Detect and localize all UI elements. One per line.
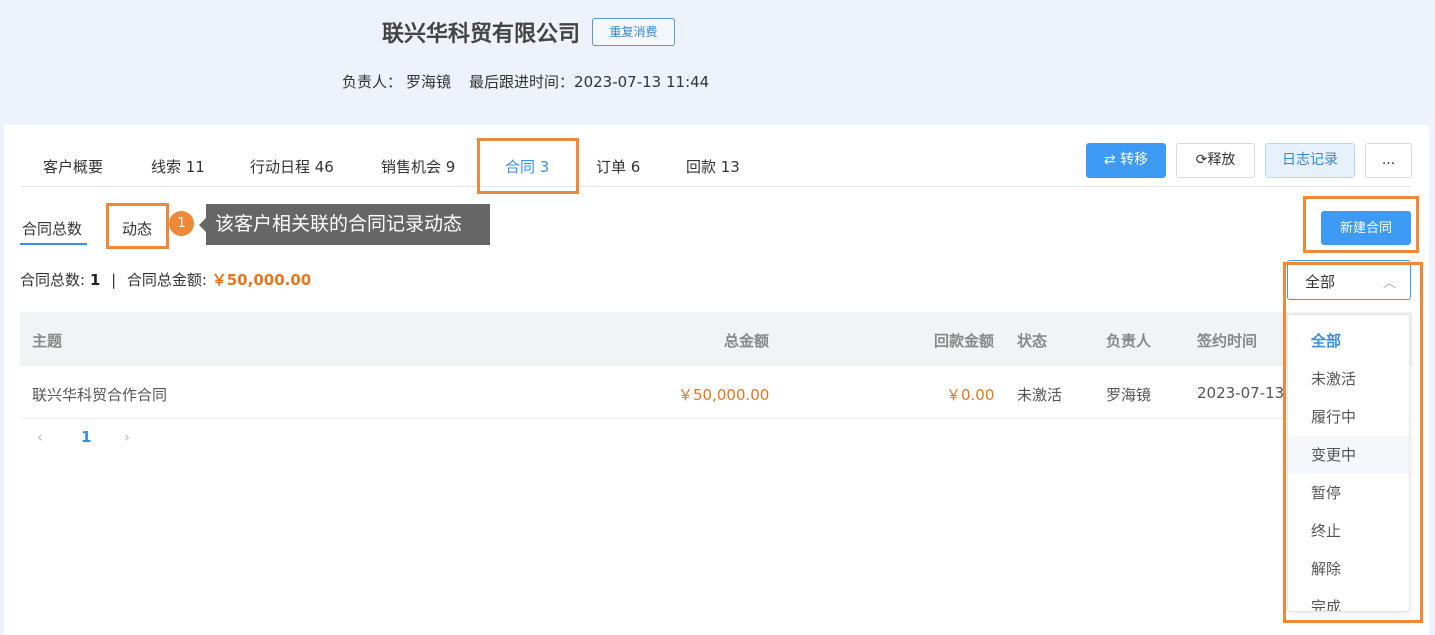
highlight-dynamic-tab: [106, 203, 169, 249]
col-total-amount: 总金额: [724, 332, 770, 350]
cell-owner: 罗海镜: [1106, 386, 1152, 404]
callout-tooltip: 该客户相关联的合同记录动态: [199, 204, 490, 245]
refresh-icon: ⟳: [1195, 152, 1208, 168]
transfer-icon: ⇄: [1103, 152, 1116, 168]
owner-name: 罗海镜: [406, 73, 452, 91]
more-button[interactable]: ...: [1365, 143, 1412, 178]
amount-value: ￥50,000.00: [211, 271, 312, 289]
repeat-purchase-tag: 重复消费: [592, 18, 675, 46]
step-badge: 1: [169, 211, 194, 236]
highlight-contracts-tab: [477, 138, 579, 194]
owner-label: 负责人：: [342, 73, 403, 91]
count-label: 合同总数:: [20, 271, 86, 289]
contract-summary: 合同总数: 1 | 合同总金额: ￥50,000.00: [20, 269, 311, 290]
company-name: 联兴华科贸有限公司: [382, 22, 581, 47]
tab-orders[interactable]: 订单 6: [596, 156, 640, 177]
summary-separator: |: [111, 271, 117, 289]
cell-sign-date: 2023-07-13: [1197, 384, 1285, 402]
release-label: 释放: [1207, 152, 1236, 168]
amount-label: 合同总金额:: [126, 271, 207, 289]
count-value: 1: [89, 271, 101, 289]
owner-line: 负责人： 罗海镜 最后跟进时间：2023-07-13 11:44: [342, 71, 713, 92]
cell-subject[interactable]: 联兴华科贸合作合同: [32, 384, 167, 405]
transfer-button[interactable]: ⇄ 转移: [1086, 143, 1166, 178]
tab-opportunities[interactable]: 销售机会 9: [381, 156, 455, 177]
col-sign-date: 签约时间: [1197, 332, 1258, 350]
transfer-label: 转移: [1120, 152, 1149, 168]
highlight-status-filter: [1283, 262, 1423, 623]
last-follow-label: 最后跟进时间：: [469, 73, 575, 91]
cell-paid-amount: ￥0.00: [946, 386, 995, 404]
col-owner: 负责人: [1106, 332, 1152, 350]
pager-prev[interactable]: ‹: [37, 428, 43, 446]
tab-overview[interactable]: 客户概要: [43, 156, 103, 177]
table-row[interactable]: 联兴华科贸合作合同 ￥50,000.00 ￥0.00 未激活 罗海镜 2023-…: [20, 366, 1412, 419]
subtab-contract-total[interactable]: 合同总数: [22, 218, 82, 239]
subtab-active-underline: [20, 243, 87, 245]
pager-current[interactable]: 1: [81, 428, 91, 446]
cell-total-amount: ￥50,000.00: [678, 386, 770, 404]
col-paid-amount: 回款金额: [934, 332, 995, 350]
highlight-new-contract: [1303, 196, 1419, 253]
col-subject: 主题: [32, 332, 63, 350]
col-status: 状态: [1017, 332, 1048, 350]
pager-next[interactable]: ›: [124, 428, 130, 446]
release-button[interactable]: ⟳释放: [1176, 143, 1255, 178]
tab-leads[interactable]: 线索 11: [151, 156, 205, 177]
log-button[interactable]: 日志记录: [1265, 143, 1355, 178]
tab-schedule[interactable]: 行动日程 46: [250, 156, 334, 177]
tab-payments[interactable]: 回款 13: [686, 156, 740, 177]
cell-status: 未激活: [1017, 386, 1063, 404]
table-header: 主题 总金额 回款金额 状态 负责人 签约时间: [20, 312, 1412, 366]
last-follow-time: 2023-07-13 11:44: [574, 73, 710, 91]
